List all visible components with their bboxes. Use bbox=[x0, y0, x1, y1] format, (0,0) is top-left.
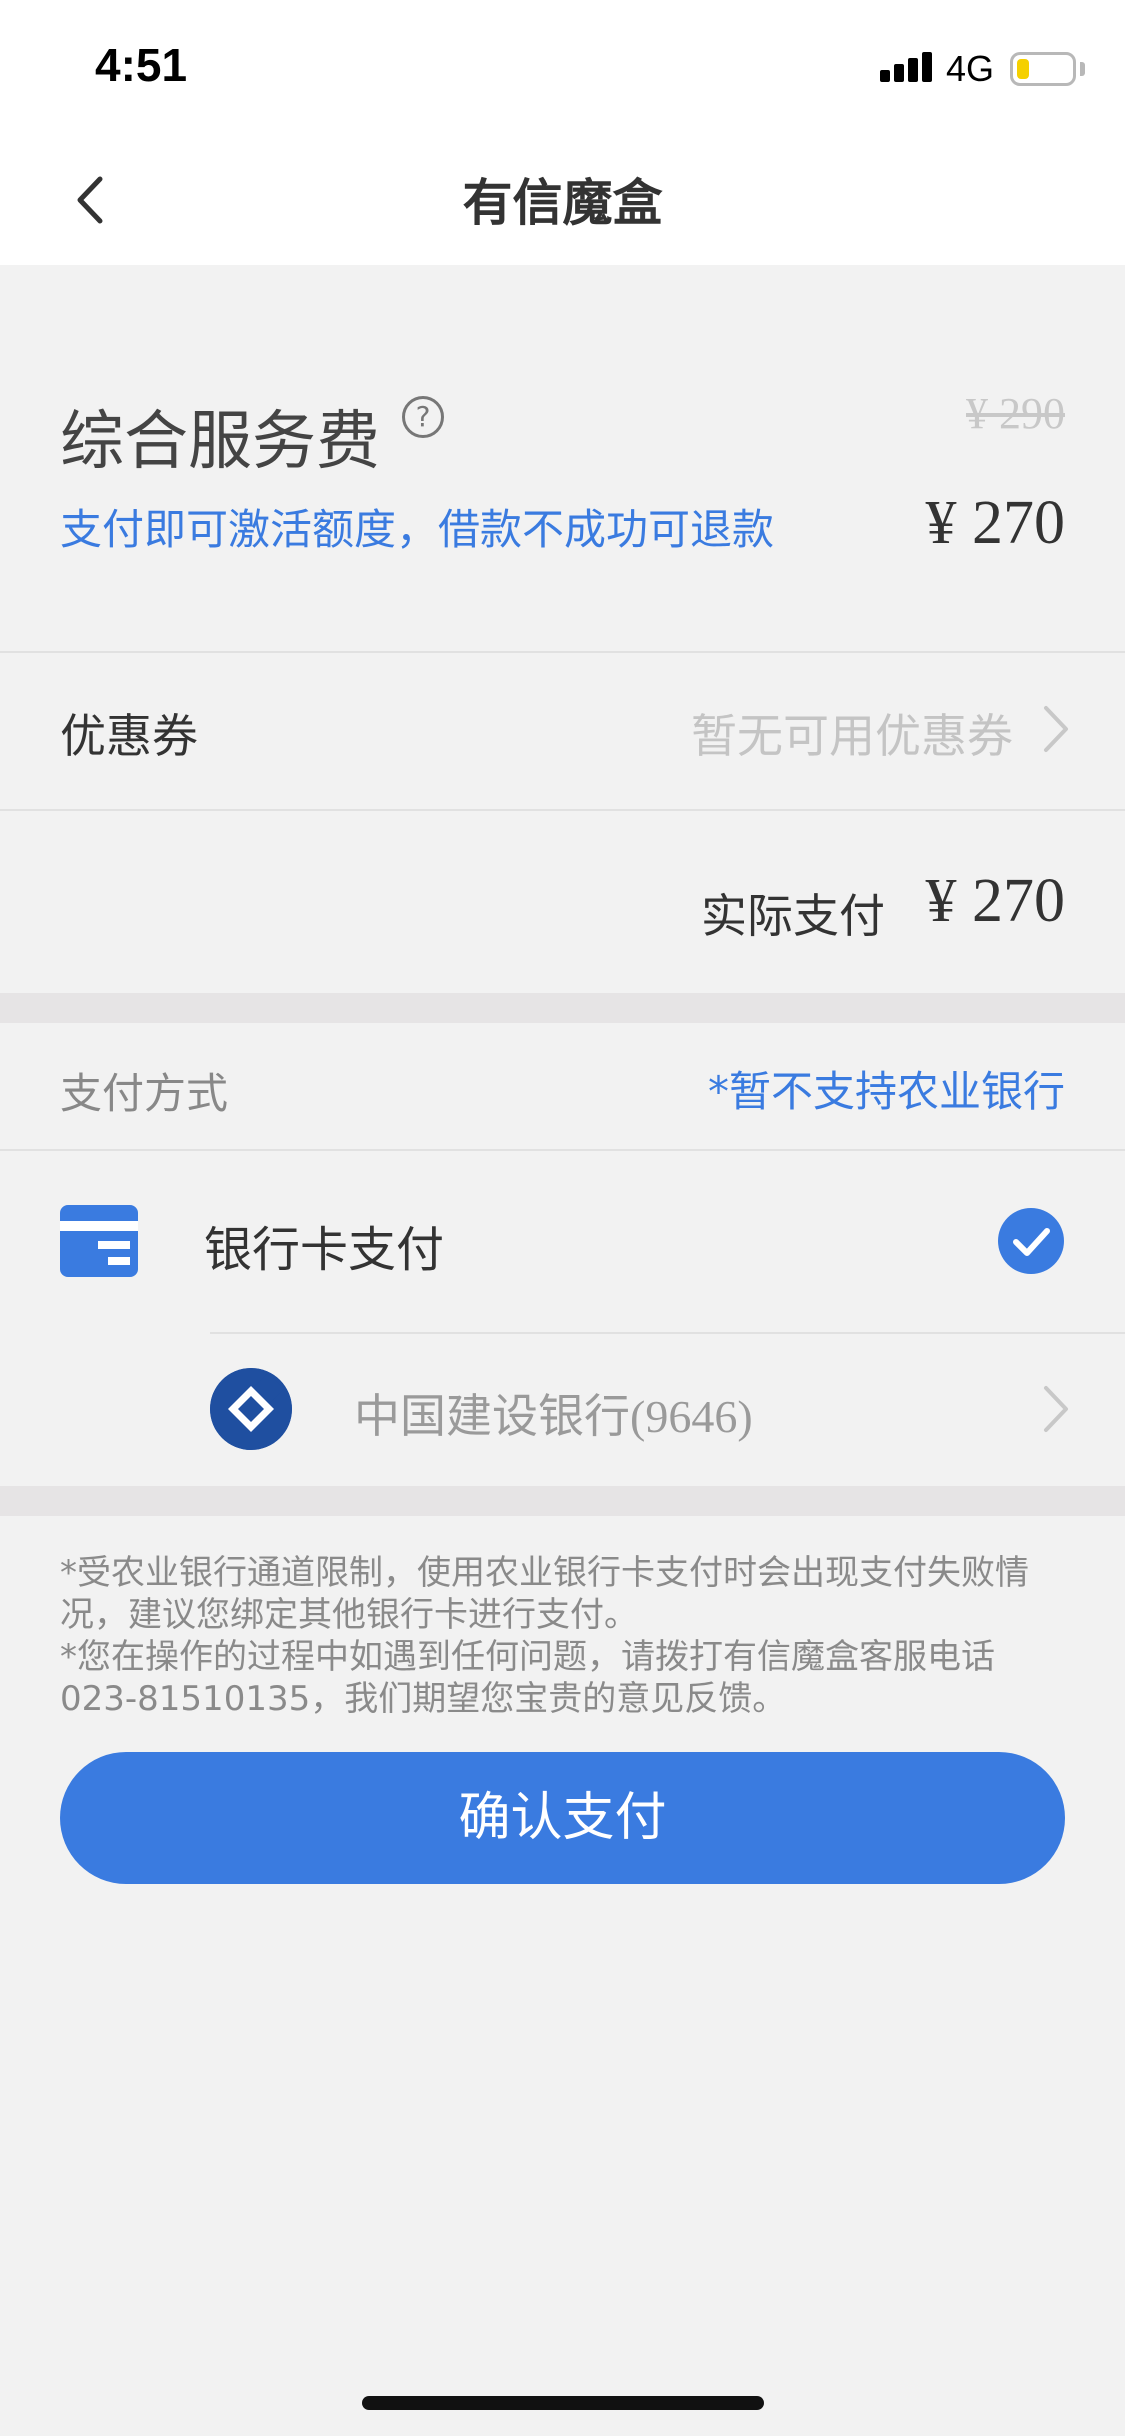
card-suffix: (9646) bbox=[630, 1391, 753, 1442]
checkmark-icon[interactable] bbox=[998, 1208, 1064, 1274]
coupon-value: 暂无可用优惠券 bbox=[691, 709, 1013, 763]
battery-nub bbox=[1080, 62, 1085, 76]
divider bbox=[210, 1332, 1125, 1334]
notice-text: *受农业银行通道限制，使用农业银行卡支付时会出现支付失败情况，建议您绑定其他银行… bbox=[60, 1552, 1070, 1720]
coupon-label: 优惠券 bbox=[60, 709, 198, 763]
notice-line-2: *您在操作的过程中如遇到任何问题，请拨打有信魔盒客服电话023-81510135… bbox=[60, 1637, 995, 1719]
network-label: 4G bbox=[946, 48, 995, 89]
section-separator bbox=[0, 993, 1125, 1023]
chevron-right-icon bbox=[1044, 1386, 1068, 1432]
fee-description: 支付即可激活额度，借款不成功可退款 bbox=[60, 505, 775, 554]
bank-name: 中国建设银行(9646) bbox=[354, 1380, 753, 1446]
home-indicator[interactable] bbox=[362, 2396, 764, 2410]
fee-title: 综合服务费 bbox=[60, 405, 380, 479]
battery-icon bbox=[1010, 52, 1076, 86]
payment-method-note: *暂不支持农业银行 bbox=[707, 1067, 1065, 1116]
status-bar: 4:51 4G bbox=[0, 0, 1125, 135]
page-title: 有信魔盒 bbox=[462, 174, 663, 232]
notice-line-1: *受农业银行通道限制，使用农业银行卡支付时会出现支付失败情况，建议您绑定其他银行… bbox=[60, 1553, 1029, 1635]
bank-card-icon bbox=[60, 1205, 138, 1277]
confirm-pay-button[interactable]: 确认支付 bbox=[60, 1752, 1065, 1884]
actual-pay-price: ¥ 270 bbox=[925, 867, 1066, 935]
status-time: 4:51 bbox=[95, 39, 188, 91]
divider bbox=[0, 651, 1125, 653]
bank-name-text: 中国建设银行 bbox=[354, 1389, 630, 1443]
bank-logo-icon bbox=[210, 1368, 292, 1450]
divider bbox=[0, 809, 1125, 811]
current-price: ¥ 270 bbox=[925, 489, 1066, 557]
bank-card-pay-label: 银行卡支付 bbox=[204, 1222, 445, 1278]
divider bbox=[0, 1149, 1125, 1151]
actual-pay-label: 实际支付 bbox=[701, 889, 885, 943]
original-price: ¥ 290 bbox=[966, 389, 1065, 438]
section-separator bbox=[0, 1486, 1125, 1516]
payment-screen: 4:51 4G 有信魔盒 综合服务费 ? ¥ 290 支付即可激活额度，借款不成… bbox=[0, 0, 1125, 2436]
chevron-right-icon bbox=[1044, 706, 1068, 752]
payment-method-label: 支付方式 bbox=[60, 1069, 229, 1118]
help-icon[interactable]: ? bbox=[402, 396, 444, 438]
signal-icon bbox=[880, 52, 936, 82]
